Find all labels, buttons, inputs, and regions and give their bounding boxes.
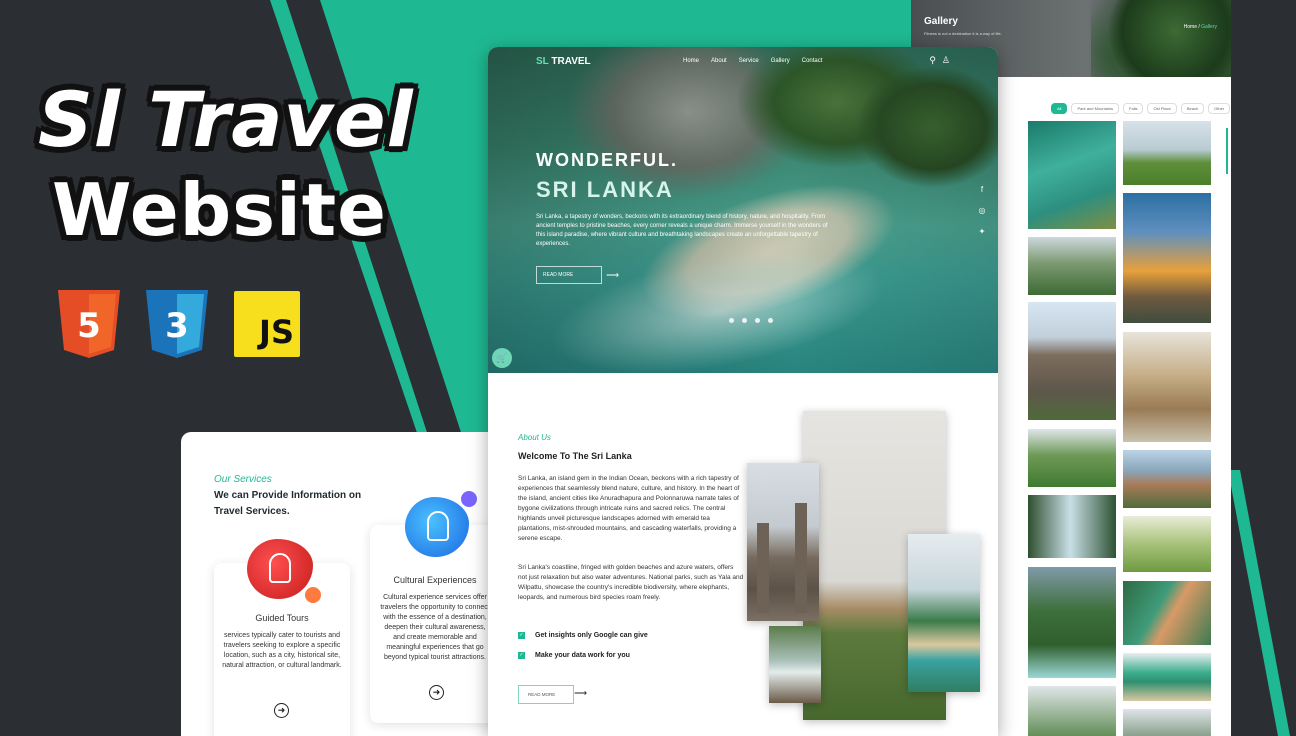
gallery-image[interactable]: [1123, 653, 1211, 701]
arrow-right-icon: ⟶: [574, 688, 587, 698]
services-section: Our Services We can Provide Information …: [181, 432, 511, 736]
css3-label: 3: [165, 306, 189, 346]
about-check-item: ✓ Get insights only Google can give: [518, 632, 648, 639]
gallery-image[interactable]: [1123, 121, 1211, 185]
gallery-filters: All Park and Mountains Falls Old Place B…: [1051, 103, 1231, 114]
gallery-title: Gallery: [924, 16, 958, 27]
arrow-right-icon: ⟶: [606, 270, 619, 280]
filter-old-place[interactable]: Old Place: [1147, 103, 1177, 114]
filter-other[interactable]: Other: [1208, 103, 1231, 114]
gallery-image[interactable]: [1123, 581, 1211, 645]
service-card-title: Guided Tours: [255, 613, 309, 623]
slider-dot[interactable]: [768, 318, 773, 323]
html5-label: 5: [77, 306, 101, 346]
instagram-icon[interactable]: ◎: [976, 206, 988, 215]
search-icon[interactable]: ⚲: [929, 56, 936, 65]
hero-paragraph: Sri Lanka, a tapestry of wonders, beckon…: [536, 214, 828, 247]
about-image-ruins: [747, 463, 819, 621]
slider-dots: [729, 318, 773, 323]
tour-guide-icon: [247, 539, 321, 603]
slider-dot[interactable]: [755, 318, 760, 323]
breadcrumb: Home / Gallery: [1183, 24, 1217, 30]
gallery-image[interactable]: [1123, 516, 1211, 572]
nav-icons: ⚲ ♙: [929, 56, 950, 65]
culture-icon: [405, 491, 477, 557]
js-label: JS: [259, 313, 294, 351]
filter-falls[interactable]: Falls: [1123, 103, 1144, 114]
gallery-image[interactable]: [1123, 450, 1211, 508]
website-home-page: SL TRAVEL Home About Service Gallery Con…: [488, 47, 998, 736]
gallery-image[interactable]: [1028, 302, 1116, 420]
hero-title: SRI LANKA: [536, 177, 674, 202]
about-image-beach: [908, 534, 980, 692]
gallery-image[interactable]: [1123, 709, 1211, 736]
slider-dot[interactable]: [742, 318, 747, 323]
service-card-title: Cultural Experiences: [393, 575, 477, 585]
service-card-guided-tours: Guided Tours services typically cater to…: [214, 539, 350, 736]
gallery-image[interactable]: [1028, 495, 1116, 558]
services-heading: We can Provide Information on Travel Ser…: [214, 490, 362, 517]
breadcrumb-current: Gallery: [1201, 24, 1217, 30]
gallery-image[interactable]: [1123, 193, 1211, 323]
gallery-image[interactable]: [1028, 429, 1116, 487]
gallery-side-indicator: [1226, 128, 1228, 174]
about-paragraph-1: Sri Lanka, an island gem in the Indian O…: [518, 475, 740, 542]
gallery-image[interactable]: [1028, 686, 1116, 736]
html5-icon: 5: [58, 290, 120, 358]
about-kicker: About Us: [518, 433, 551, 442]
facebook-icon[interactable]: f: [976, 185, 988, 194]
tech-badges: 5 3 JS: [58, 290, 300, 358]
hero-read-more-button[interactable]: READ MORE ⟶: [536, 266, 619, 284]
arrow-right-icon[interactable]: ➜: [429, 685, 444, 700]
service-card-cultural-experiences: Cultural Experiences Cultural experience…: [370, 491, 500, 723]
breadcrumb-home[interactable]: Home: [1184, 24, 1197, 30]
nav-service[interactable]: Service: [739, 58, 759, 64]
javascript-icon: JS: [234, 291, 300, 357]
slider-dot[interactable]: [729, 318, 734, 323]
nav-home[interactable]: Home: [683, 58, 699, 64]
gallery-image[interactable]: [1028, 121, 1116, 229]
services-kicker: Our Services: [214, 474, 272, 485]
about-paragraph-2: Sri Lanka's coastline, fringed with gold…: [518, 564, 744, 601]
main-nav: Home About Service Gallery Contact: [683, 58, 822, 64]
hero-kicker: WONDERFUL.: [536, 150, 678, 170]
promo-title-line1: Sl Travel: [38, 75, 414, 164]
social-links: f ◎ ✦: [976, 185, 988, 236]
filter-all[interactable]: All: [1051, 103, 1068, 114]
nav-contact[interactable]: Contact: [802, 58, 823, 64]
filter-park-and-mountains[interactable]: Park and Mountains: [1071, 103, 1120, 114]
user-icon[interactable]: ♙: [942, 56, 950, 65]
hero-section: SL TRAVEL Home About Service Gallery Con…: [488, 47, 998, 373]
twitter-icon[interactable]: ✦: [976, 227, 988, 236]
filter-beach[interactable]: Beach: [1180, 103, 1205, 114]
gallery-subtitle: Fitness is not a destination it is a way…: [924, 31, 1002, 36]
about-read-more-button[interactable]: READ MORE ⟶: [518, 685, 587, 704]
arrow-right-icon[interactable]: ➜: [274, 703, 289, 718]
cart-icon[interactable]: 🛒: [492, 348, 512, 368]
about-image-waterfall: [769, 626, 821, 703]
nav-gallery[interactable]: Gallery: [771, 58, 790, 64]
gallery-image[interactable]: [1028, 237, 1116, 295]
promo-title-line2: Website: [52, 168, 388, 252]
checkmark-icon: ✓: [518, 632, 525, 639]
promo-title: Sl Travel Website: [38, 74, 478, 254]
nav-about[interactable]: About: [711, 58, 727, 64]
css3-icon: 3: [146, 290, 208, 358]
about-check-item: ✓ Make your data work for you: [518, 652, 630, 659]
about-title: Welcome To The Sri Lanka: [518, 451, 632, 461]
gallery-image[interactable]: [1028, 567, 1116, 678]
site-logo[interactable]: SL TRAVEL: [536, 56, 591, 67]
service-card-text: Cultural experience services offer trave…: [380, 594, 490, 661]
gallery-image[interactable]: [1123, 332, 1211, 442]
checkmark-icon: ✓: [518, 652, 525, 659]
service-card-text: services typically cater to tourists and…: [222, 632, 342, 669]
